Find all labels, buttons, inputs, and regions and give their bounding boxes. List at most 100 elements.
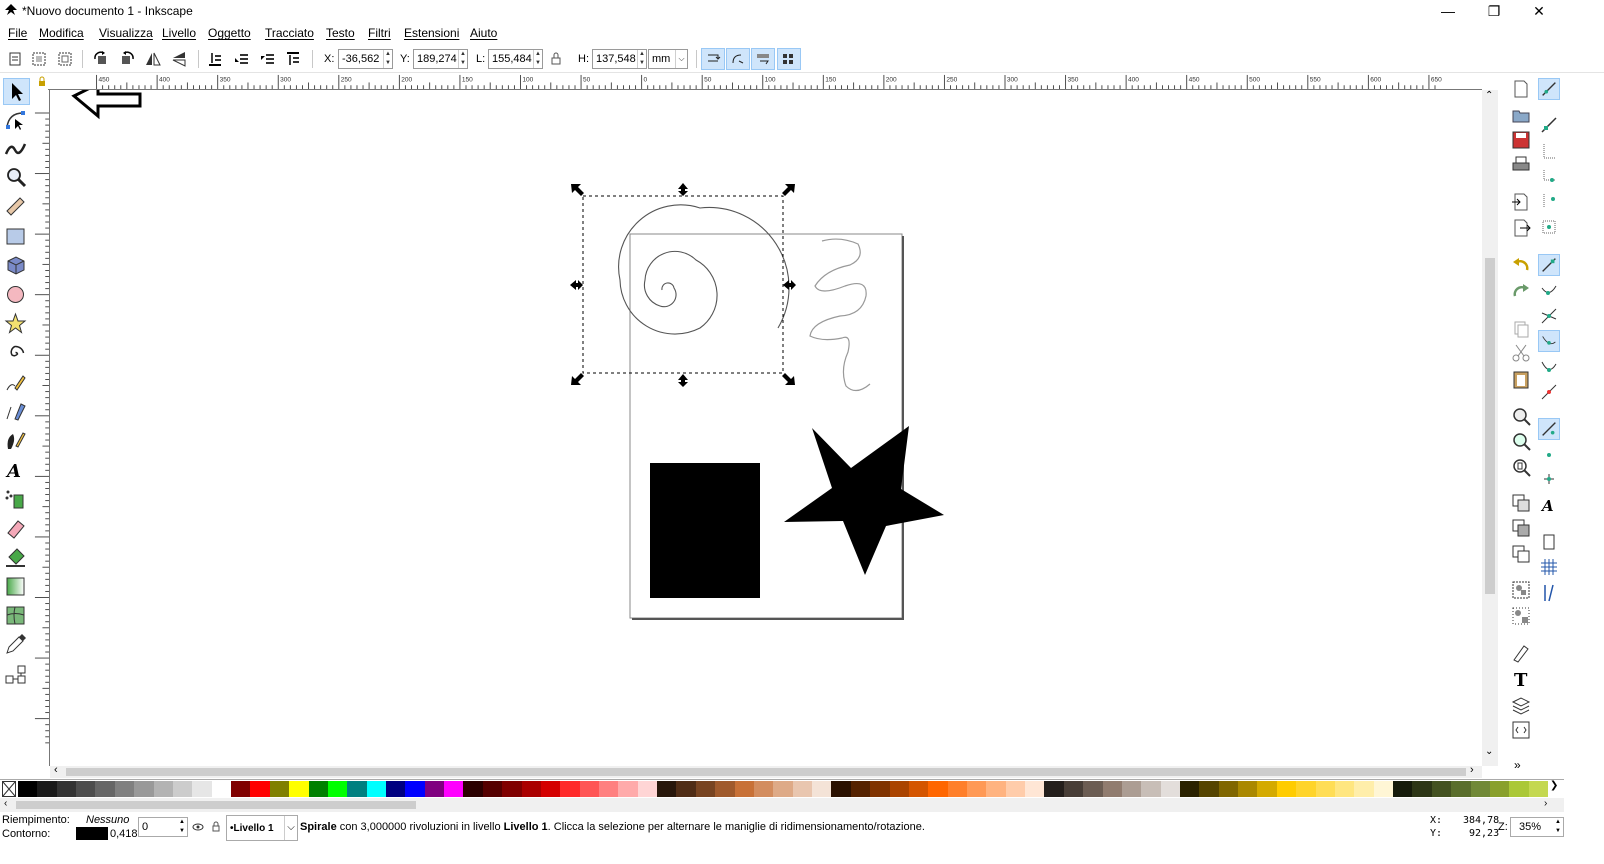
palette-swatch[interactable] bbox=[773, 781, 794, 797]
palette-swatch[interactable] bbox=[211, 781, 232, 797]
scale-corners-toggle[interactable] bbox=[726, 48, 750, 70]
connector-tool-button[interactable] bbox=[3, 662, 30, 689]
palette-swatch[interactable] bbox=[1509, 781, 1530, 797]
import-icon[interactable] bbox=[1510, 191, 1532, 213]
palette-swatch[interactable] bbox=[269, 781, 290, 797]
zoom-input[interactable]: 35% ▲ ▼ bbox=[1510, 817, 1564, 837]
gradient-tool-button[interactable] bbox=[3, 574, 30, 601]
lower-icon[interactable] bbox=[232, 50, 250, 68]
palette-swatch[interactable] bbox=[1102, 781, 1123, 797]
palette-swatch[interactable] bbox=[676, 781, 697, 797]
palette-swatch[interactable] bbox=[966, 781, 987, 797]
palette-swatch[interactable] bbox=[1063, 781, 1084, 797]
pen-tool-button[interactable] bbox=[3, 399, 30, 426]
palette-swatch[interactable] bbox=[870, 781, 890, 797]
menu-filtri[interactable]: Filtri bbox=[368, 26, 391, 40]
snap-bbox-edge-icon[interactable] bbox=[1538, 140, 1560, 162]
snap-guide-icon[interactable] bbox=[1538, 582, 1560, 604]
palette-swatch[interactable] bbox=[1257, 781, 1278, 797]
palette-swatch[interactable] bbox=[231, 781, 251, 797]
palette-swatch[interactable] bbox=[1160, 781, 1181, 797]
ungroup-icon[interactable] bbox=[1510, 605, 1532, 627]
palette-swatch[interactable] bbox=[1180, 781, 1200, 797]
star-tool-button[interactable] bbox=[3, 311, 30, 338]
width-input[interactable]: 155,484 ▲ ▼ bbox=[488, 49, 543, 69]
handle-top-left[interactable] bbox=[571, 184, 584, 196]
palette-swatch[interactable] bbox=[1412, 781, 1433, 797]
tweak-tool-button[interactable] bbox=[3, 136, 30, 163]
vertical-scroll-thumb[interactable] bbox=[1485, 258, 1495, 594]
no-paint-icon[interactable] bbox=[2, 781, 16, 797]
palette-swatch[interactable] bbox=[482, 781, 503, 797]
spin-arrows-icon[interactable]: ▲ ▼ bbox=[637, 50, 646, 68]
text-tool-button[interactable]: A bbox=[3, 457, 30, 484]
measure-tool-button[interactable] bbox=[3, 194, 30, 221]
calligraphy-tool-button[interactable] bbox=[3, 428, 30, 455]
palette-swatch[interactable] bbox=[424, 781, 445, 797]
undo-icon[interactable] bbox=[1510, 254, 1532, 276]
palette-swatch[interactable] bbox=[695, 781, 716, 797]
raise-icon[interactable] bbox=[258, 50, 276, 68]
palette-swatch[interactable] bbox=[1083, 781, 1104, 797]
handle-bottom-left[interactable] bbox=[571, 373, 584, 385]
menu-oggetto[interactable]: Oggetto bbox=[208, 26, 251, 40]
duplicate-icon[interactable] bbox=[1510, 492, 1532, 514]
palette-swatch[interactable] bbox=[1528, 781, 1549, 797]
palette-swatch[interactable] bbox=[579, 781, 600, 797]
print-icon[interactable] bbox=[1510, 154, 1532, 176]
y-input[interactable]: 189,274 ▲ ▼ bbox=[413, 49, 468, 69]
layer-lock-icon[interactable] bbox=[210, 820, 222, 832]
cut-icon[interactable] bbox=[1510, 342, 1532, 364]
lower-to-bottom-icon[interactable] bbox=[206, 50, 224, 68]
palette-swatch[interactable] bbox=[95, 781, 116, 797]
menu-modifica[interactable]: Modifica bbox=[39, 26, 84, 40]
snap-enable-icon[interactable] bbox=[1538, 78, 1560, 100]
drawing-canvas[interactable] bbox=[50, 90, 1482, 766]
black-rectangle[interactable] bbox=[650, 463, 760, 598]
palette-swatch[interactable] bbox=[1296, 781, 1317, 797]
palette-swatch[interactable] bbox=[463, 781, 484, 797]
palette-swatch[interactable] bbox=[889, 781, 910, 797]
spiral-tool-button[interactable] bbox=[3, 340, 30, 367]
snap-paths-icon[interactable] bbox=[1538, 280, 1560, 302]
text-font-icon[interactable]: T bbox=[1510, 668, 1532, 690]
menu-file[interactable]: File bbox=[8, 26, 27, 40]
x-input[interactable]: -36,562 ▲ ▼ bbox=[338, 49, 393, 69]
snap-bbox-center-icon[interactable] bbox=[1538, 216, 1560, 238]
palette-swatch[interactable] bbox=[385, 781, 406, 797]
horizontal-scrollbar[interactable]: ‹ › bbox=[50, 764, 1482, 778]
snap-cusp-nodes-icon[interactable] bbox=[1538, 330, 1560, 352]
palette-swatch[interactable] bbox=[405, 781, 426, 797]
zoom-tool-button[interactable] bbox=[3, 165, 30, 192]
selector-tool-button[interactable] bbox=[3, 78, 30, 105]
new-document-icon[interactable] bbox=[1510, 78, 1532, 100]
minimize-button[interactable]: — bbox=[1426, 0, 1470, 22]
palette-swatch[interactable] bbox=[1470, 781, 1491, 797]
menu-testo[interactable]: Testo bbox=[326, 26, 355, 40]
palette-swatch[interactable] bbox=[753, 781, 774, 797]
palette-swatch[interactable] bbox=[347, 781, 368, 797]
stroke-width-value[interactable]: 0,418 bbox=[110, 828, 138, 840]
palette-swatch[interactable] bbox=[289, 781, 309, 797]
scale-stroke-toggle[interactable] bbox=[701, 48, 725, 70]
handle-left[interactable] bbox=[570, 280, 583, 290]
zoom-selection-icon[interactable] bbox=[1510, 405, 1532, 427]
palette-swatch[interactable] bbox=[540, 781, 561, 797]
layers-icon[interactable] bbox=[1510, 694, 1532, 716]
lock-ratio-icon[interactable] bbox=[549, 51, 563, 67]
palette-swatch[interactable] bbox=[327, 781, 348, 797]
snap-others-icon[interactable] bbox=[1538, 418, 1560, 440]
snap-grid-icon[interactable] bbox=[1538, 556, 1560, 578]
open-folder-icon[interactable] bbox=[1510, 104, 1532, 126]
palette-swatch[interactable] bbox=[56, 781, 77, 797]
paint-bucket-tool-button[interactable] bbox=[3, 545, 30, 572]
palette-swatch[interactable] bbox=[250, 781, 271, 797]
snap-smooth-nodes-icon[interactable] bbox=[1538, 356, 1560, 378]
palette-swatch[interactable] bbox=[1431, 781, 1452, 797]
scroll-up-icon[interactable]: ⌃ bbox=[1485, 90, 1493, 101]
rectangle-tool-button[interactable] bbox=[3, 224, 30, 251]
3d-box-tool-button[interactable] bbox=[3, 253, 30, 280]
flip-horizontal-icon[interactable] bbox=[144, 50, 162, 68]
palette-swatch[interactable] bbox=[618, 781, 639, 797]
palette-swatch[interactable] bbox=[792, 781, 813, 797]
